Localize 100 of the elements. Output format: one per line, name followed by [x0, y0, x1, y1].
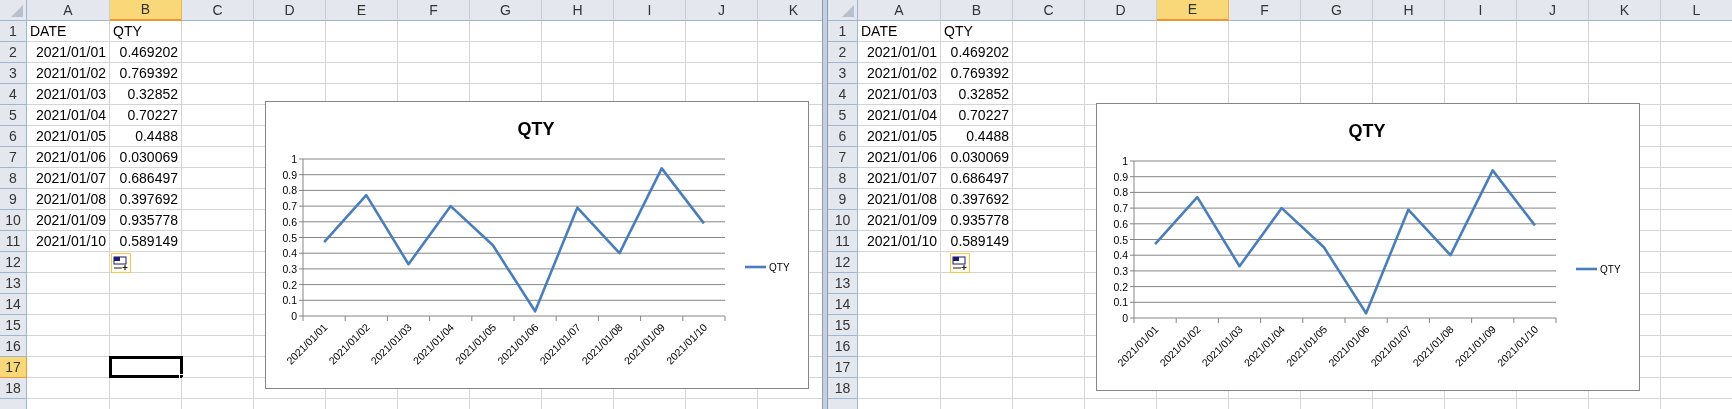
- row-header[interactable]: 7: [0, 147, 27, 168]
- column-header[interactable]: F: [398, 0, 470, 21]
- row-header[interactable]: 3: [0, 63, 27, 84]
- column-header[interactable]: B: [941, 0, 1013, 21]
- table-cell: 2021/01/01: [27, 42, 110, 63]
- y-axis-label: 0.5: [282, 231, 297, 244]
- y-axis-label: 0.4: [1113, 249, 1128, 262]
- column-header[interactable]: J: [1517, 0, 1589, 21]
- table-cell: [1013, 21, 1085, 42]
- table-cell: [326, 42, 398, 63]
- y-axis-label: 0.1: [282, 294, 297, 307]
- row-header[interactable]: 1: [828, 21, 858, 42]
- row-header[interactable]: 13: [828, 273, 858, 294]
- row-header[interactable]: 1: [0, 21, 27, 42]
- table-cell: [182, 63, 254, 84]
- column-header[interactable]: D: [1085, 0, 1157, 21]
- row-header[interactable]: 15: [0, 315, 27, 336]
- row-header[interactable]: 7: [828, 147, 858, 168]
- paste-options-icon[interactable]: [950, 253, 970, 273]
- row-header[interactable]: 18: [828, 378, 858, 399]
- row-header[interactable]: 6: [828, 126, 858, 147]
- row-header[interactable]: 17: [828, 357, 858, 378]
- table-cell: 2021/01/02: [27, 63, 110, 84]
- table-cell: [1589, 21, 1661, 42]
- table-cell: [1373, 42, 1445, 63]
- table-cell: [1373, 21, 1445, 42]
- table-cell: 2021/01/03: [27, 84, 110, 105]
- column-header[interactable]: C: [1013, 0, 1085, 21]
- table-cell: [1301, 42, 1373, 63]
- row-header[interactable]: 17: [0, 357, 27, 378]
- row-header[interactable]: 4: [0, 84, 27, 105]
- y-axis-label: 0.8: [1113, 186, 1128, 199]
- table-cell: 2021/01/07: [27, 168, 110, 189]
- table-cell: 2021/01/05: [27, 126, 110, 147]
- column-header[interactable]: A: [27, 0, 110, 21]
- table-cell: 0.935778: [941, 210, 1013, 231]
- column-header[interactable]: I: [614, 0, 686, 21]
- row-header[interactable]: 2: [828, 42, 858, 63]
- row-header[interactable]: 13: [0, 273, 27, 294]
- table-cell: 0.397692: [110, 189, 182, 210]
- select-all-button[interactable]: [0, 0, 27, 21]
- row-header[interactable]: 12: [0, 252, 27, 273]
- column-header[interactable]: B: [110, 0, 182, 21]
- row-header[interactable]: 8: [828, 168, 858, 189]
- select-all-button[interactable]: [828, 0, 858, 21]
- row-header[interactable]: 5: [0, 105, 27, 126]
- table-cell: 2021/01/06: [27, 147, 110, 168]
- column-header[interactable]: H: [1373, 0, 1445, 21]
- table-cell: 0.4488: [110, 126, 182, 147]
- row-header[interactable]: 6: [0, 126, 27, 147]
- table-cell: 2021/01/03: [858, 84, 941, 105]
- column-header[interactable]: G: [470, 0, 542, 21]
- column-header[interactable]: F: [1229, 0, 1301, 21]
- row-header[interactable]: 11: [828, 231, 858, 252]
- table-cell: DATE: [858, 21, 941, 42]
- row-header[interactable]: 5: [828, 105, 858, 126]
- row-header[interactable]: 14: [828, 294, 858, 315]
- row-header[interactable]: 9: [0, 189, 27, 210]
- table-cell: 0.686497: [110, 168, 182, 189]
- column-header[interactable]: I: [1445, 0, 1517, 21]
- table-cell: [110, 315, 182, 336]
- row-header[interactable]: 2: [0, 42, 27, 63]
- row-header[interactable]: 16: [828, 336, 858, 357]
- column-header[interactable]: K: [758, 0, 822, 21]
- row-header[interactable]: 9: [828, 189, 858, 210]
- table-cell: [686, 42, 758, 63]
- table-cell: [470, 42, 542, 63]
- column-header[interactable]: J: [686, 0, 758, 21]
- column-header[interactable]: K: [1589, 0, 1661, 21]
- column-header[interactable]: E: [326, 0, 398, 21]
- table-cell: 0.769392: [110, 63, 182, 84]
- table-cell: [1229, 21, 1301, 42]
- column-header[interactable]: A: [858, 0, 941, 21]
- y-axis-label: 0.7: [1113, 202, 1128, 215]
- row-header[interactable]: 15: [828, 315, 858, 336]
- row-header[interactable]: 11: [0, 231, 27, 252]
- column-header[interactable]: G: [1301, 0, 1373, 21]
- column-header[interactable]: E: [1157, 0, 1229, 21]
- table-cell: [941, 378, 1013, 399]
- row-header[interactable]: 3: [828, 63, 858, 84]
- column-header[interactable]: C: [182, 0, 254, 21]
- table-cell: [182, 42, 254, 63]
- table-cell: 0.469202: [941, 42, 1013, 63]
- table-cell: 2021/01/10: [858, 231, 941, 252]
- paste-options-icon[interactable]: [111, 253, 131, 273]
- row-header[interactable]: 12: [828, 252, 858, 273]
- table-cell: 2021/01/07: [858, 168, 941, 189]
- row-header[interactable]: 14: [0, 294, 27, 315]
- table-cell: DATE: [27, 21, 110, 42]
- column-header[interactable]: H: [542, 0, 614, 21]
- row-header[interactable]: 4: [828, 84, 858, 105]
- row-header[interactable]: 16: [0, 336, 27, 357]
- column-header[interactable]: D: [254, 0, 326, 21]
- row-header[interactable]: 18: [0, 378, 27, 399]
- row-header[interactable]: 10: [828, 210, 858, 231]
- pane-splitter[interactable]: [822, 0, 828, 409]
- row-header[interactable]: 10: [0, 210, 27, 231]
- legend-label: QTY: [1600, 264, 1621, 275]
- column-header[interactable]: L: [1661, 0, 1732, 21]
- row-header[interactable]: 8: [0, 168, 27, 189]
